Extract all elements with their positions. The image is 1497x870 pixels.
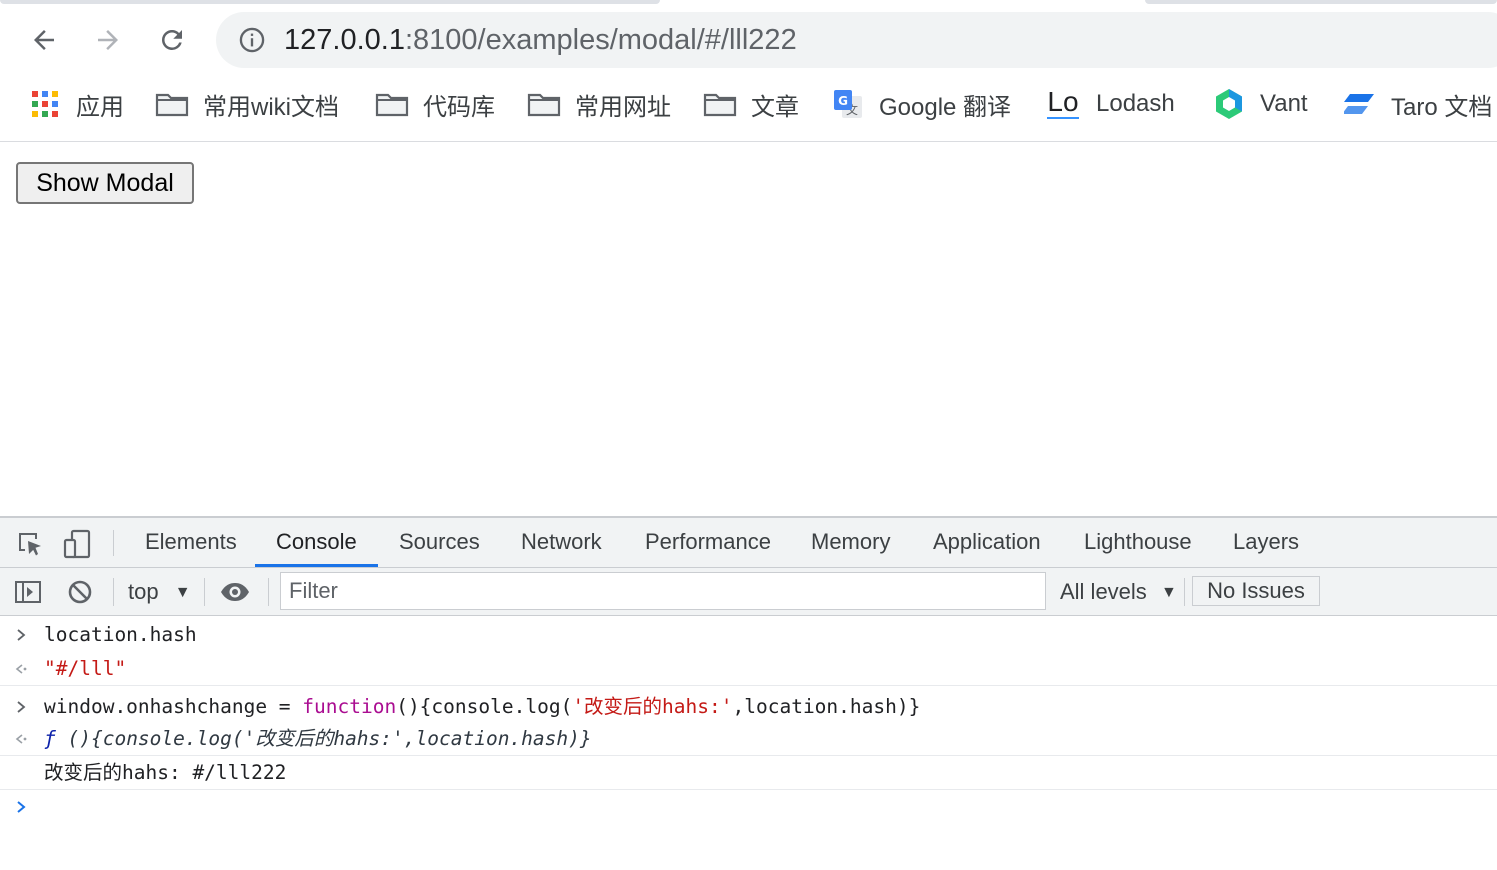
browser-chrome: 127.0.0.1:8100/examples/modal/#/lll222 应… bbox=[0, 0, 1497, 142]
bookmark-folder-code[interactable]: 代码库 bbox=[375, 82, 495, 126]
tab-network[interactable]: Network bbox=[521, 518, 602, 568]
context-selector[interactable]: top ▼ bbox=[128, 576, 191, 608]
url-text[interactable]: 127.0.0.1:8100/examples/modal/#/lll222 bbox=[284, 23, 797, 57]
bookmark-folder-wiki[interactable]: 常用wiki文档 bbox=[155, 82, 339, 126]
bookmark-label: Vant bbox=[1260, 90, 1308, 117]
block-icon bbox=[68, 580, 92, 604]
bookmark-vant[interactable]: Vant bbox=[1212, 82, 1308, 126]
console-input-text: window.onhashchange = function(){console… bbox=[44, 695, 921, 718]
prompt-chevron-icon bbox=[12, 796, 30, 818]
reload-icon bbox=[162, 30, 182, 50]
console-prompt-row[interactable] bbox=[0, 790, 1497, 824]
levels-label: All levels bbox=[1060, 579, 1147, 604]
context-label: top bbox=[128, 579, 159, 604]
url-host: 127.0.0.1 bbox=[284, 24, 405, 56]
inspect-element-button[interactable] bbox=[14, 528, 46, 560]
tab-strip bbox=[1145, 0, 1497, 4]
console-toolbar: top ▼ All levels ▼ No Issues bbox=[0, 568, 1497, 616]
return-arrow-icon bbox=[12, 728, 30, 750]
bookmarks-bar: 应用 常用wiki文档 代码库 常用网址 文章 文 G Google 翻译 Lo… bbox=[0, 82, 1497, 126]
tab-layers[interactable]: Layers bbox=[1233, 518, 1299, 568]
vant-logo-icon bbox=[1212, 89, 1246, 119]
divider bbox=[113, 578, 114, 606]
console-result-row: "#/lll" bbox=[0, 652, 1497, 686]
issues-button[interactable]: No Issues bbox=[1192, 576, 1320, 606]
taro-logo-icon bbox=[1343, 89, 1377, 119]
arrow-left-icon bbox=[34, 30, 54, 50]
sidebar-toggle-icon bbox=[15, 581, 41, 603]
folder-icon bbox=[375, 89, 409, 119]
console-result-text[interactable]: ƒ (){console.log('改变后的hahs:',location.ha… bbox=[44, 726, 592, 752]
console-log-text: 改变后的hahs: #/lll222 bbox=[44, 761, 287, 784]
bookmark-label: 常用网址 bbox=[575, 93, 671, 121]
clear-console-button[interactable] bbox=[64, 576, 96, 608]
bookmark-label: Google 翻译 bbox=[879, 93, 1012, 121]
filter-input[interactable] bbox=[280, 572, 1046, 610]
bookmark-label: 文章 bbox=[751, 93, 799, 121]
tab-console[interactable]: Console bbox=[276, 518, 357, 568]
console-result-text: "#/lll" bbox=[44, 657, 127, 680]
tab-performance[interactable]: Performance bbox=[645, 518, 771, 568]
tab-lighthouse[interactable]: Lighthouse bbox=[1084, 518, 1192, 568]
tab-elements[interactable]: Elements bbox=[145, 518, 237, 568]
bookmark-taro[interactable]: Taro 文档 bbox=[1343, 82, 1492, 126]
bookmark-label: 应用 bbox=[76, 93, 124, 121]
folder-icon bbox=[703, 89, 737, 119]
folder-icon bbox=[155, 89, 189, 119]
back-button[interactable] bbox=[24, 20, 64, 60]
dropdown-triangle-icon: ▼ bbox=[174, 584, 191, 601]
eye-icon bbox=[221, 583, 249, 601]
tab-application[interactable]: Application bbox=[933, 518, 1041, 568]
bookmark-apps[interactable]: 应用 bbox=[30, 82, 124, 126]
console-input-row: location.hash bbox=[0, 618, 1497, 652]
divider bbox=[204, 578, 205, 606]
lodash-logo-icon: Lo bbox=[1047, 86, 1079, 119]
bookmark-label: 常用wiki文档 bbox=[203, 93, 339, 121]
apps-grid-icon bbox=[30, 89, 60, 119]
folder-icon bbox=[527, 89, 561, 119]
bookmark-label: Lodash bbox=[1096, 90, 1175, 117]
forward-button[interactable] bbox=[88, 20, 128, 60]
tab-sources[interactable]: Sources bbox=[399, 518, 480, 568]
console-input-text: location.hash bbox=[44, 623, 197, 646]
divider bbox=[268, 578, 269, 606]
console-input-row: window.onhashchange = function(){console… bbox=[0, 690, 1497, 724]
console-output[interactable]: location.hash "#/lll" window.onhashchang… bbox=[0, 616, 1497, 870]
address-bar[interactable]: 127.0.0.1:8100/examples/modal/#/lll222 bbox=[216, 12, 1497, 68]
divider bbox=[113, 530, 114, 556]
info-icon[interactable] bbox=[238, 26, 266, 54]
console-result-row: ƒ (){console.log('改变后的hahs:',location.ha… bbox=[0, 722, 1497, 756]
url-path: :8100/examples/modal/#/lll222 bbox=[404, 24, 797, 56]
chevron-right-icon bbox=[12, 624, 30, 646]
bookmark-label: 代码库 bbox=[423, 93, 495, 121]
show-sidebar-button[interactable] bbox=[12, 576, 44, 608]
tab-memory[interactable]: Memory bbox=[811, 518, 890, 568]
active-tab-indicator bbox=[255, 564, 378, 567]
arrow-right-icon bbox=[98, 30, 118, 50]
live-expression-button[interactable] bbox=[218, 576, 252, 608]
bookmark-google-translate[interactable]: 文 G Google 翻译 bbox=[831, 82, 1011, 126]
chevron-right-icon bbox=[12, 696, 30, 718]
tab-strip bbox=[0, 0, 660, 4]
bookmark-folder-sites[interactable]: 常用网址 bbox=[527, 82, 671, 126]
svg-text:G: G bbox=[838, 94, 848, 108]
console-log-row: 改变后的hahs: #/lll222 bbox=[0, 756, 1497, 790]
bookmark-folder-articles[interactable]: 文章 bbox=[703, 82, 799, 126]
divider bbox=[1184, 578, 1185, 606]
devtools-panel: Elements Console Sources Network Perform… bbox=[0, 516, 1497, 868]
device-toggle-icon bbox=[63, 529, 91, 559]
inspect-cursor-icon bbox=[19, 533, 41, 556]
devtools-tab-bar: Elements Console Sources Network Perform… bbox=[0, 518, 1497, 568]
show-modal-button[interactable]: Show Modal bbox=[16, 162, 194, 204]
log-levels-dropdown[interactable]: All levels ▼ bbox=[1060, 576, 1177, 608]
reload-button[interactable] bbox=[152, 20, 192, 60]
device-toolbar-button[interactable] bbox=[60, 528, 94, 560]
bookmark-lodash[interactable]: Lo Lodash bbox=[1046, 82, 1175, 126]
bookmark-label: Taro 文档 bbox=[1391, 93, 1493, 121]
dropdown-triangle-icon: ▼ bbox=[1160, 584, 1177, 601]
google-translate-icon: 文 G bbox=[831, 89, 865, 119]
return-arrow-icon bbox=[12, 658, 30, 680]
